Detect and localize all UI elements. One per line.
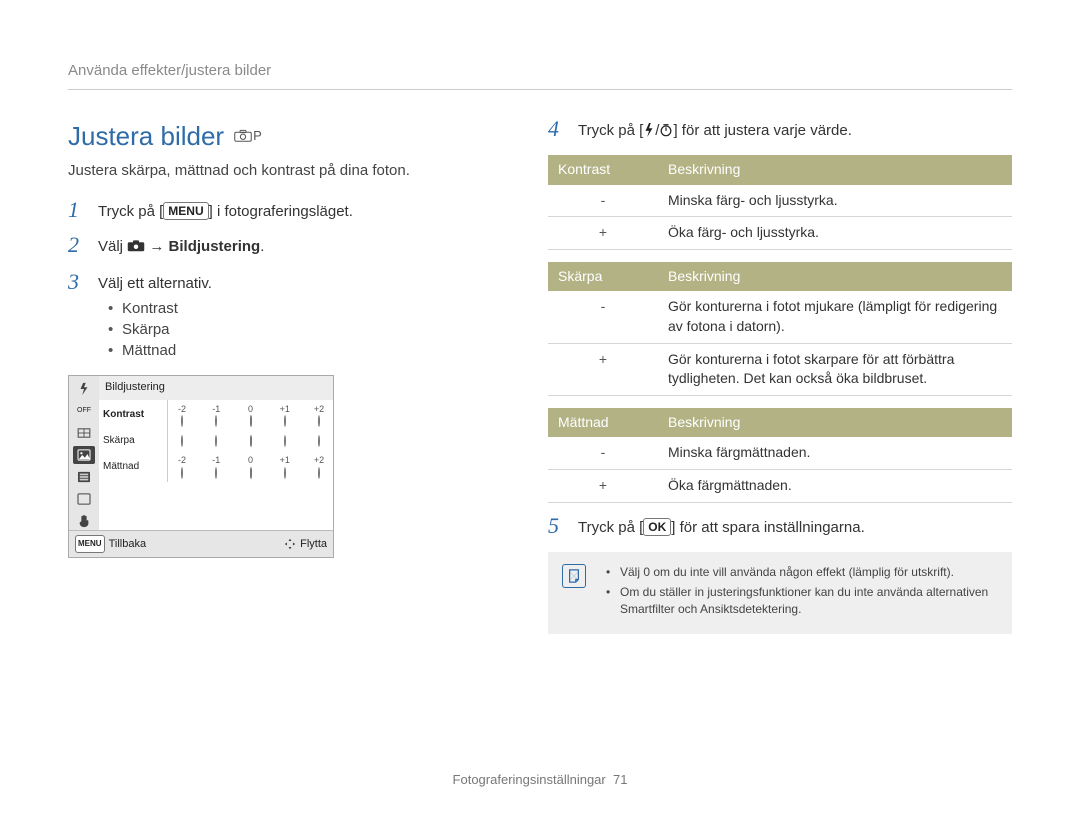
table-row: +Öka färg- och ljusstyrka. [548,217,1012,250]
note-box: Välj 0 om du inte vill använda någon eff… [548,552,1012,634]
hand-icon [73,512,95,530]
camera-ui-main: Bildjustering Kontrast -2 -1 0 +1 [99,376,333,530]
list-item: Mättnad [112,340,508,361]
camera-ui-header: Bildjustering [99,376,333,399]
table-row: Mättnad -2 -1 0 +1 +2 [99,451,333,482]
step-3: 3 Välj ett alternativ. Kontrast Skärpa M… [68,271,508,361]
kontrast-table: KontrastBeskrivning -Minska färg- och lj… [548,155,1012,250]
sliders-icon [73,468,95,486]
table-row: +Gör konturerna i fotot skarpare för att… [548,343,1012,395]
step-body: Tryck på [OK] för att spara inställninga… [578,515,1012,538]
list-item: Välj 0 om du inte vill använda någon eff… [610,564,998,581]
breadcrumb: Använda effekter/justera bilder [68,60,1012,81]
mattnad-table: MättnadBeskrivning -Minska färgmättnaden… [548,408,1012,503]
menu-button-icon: MENU [75,535,105,553]
list-item: Om du ställer in justeringsfunktioner ka… [610,584,998,618]
camera-ui-sidebar: OFF [69,376,99,530]
table-row: -Minska färg- och ljusstyrka. [548,185,1012,217]
step-body: Tryck på [/] för att justera varje värde… [578,118,1012,143]
table-row: -Minska färgmättnaden. [548,437,1012,469]
step-body: Välj → Bildjustering. [98,234,508,259]
image-adjust-icon [73,446,95,464]
camera-icon [127,238,145,259]
table-row: Skärpa [99,431,333,451]
flash-icon [643,122,655,143]
step-1: 1 Tryck på [MENU] i fotograferingsläget. [68,199,508,222]
step-number: 4 [548,118,568,140]
left-column: Justera bilder P Justera skärpa, mättnad… [68,118,508,634]
list-item: Kontrast [112,298,508,319]
note-icon [562,564,586,588]
camera-ui-footer: MENU Tillbaka Flytta [69,530,333,557]
divider [68,89,1012,90]
step-2: 2 Välj → Bildjustering. [68,234,508,259]
step-4: 4 Tryck på [/] för att justera varje vär… [548,118,1012,143]
step-number: 2 [68,234,88,256]
manual-page: Använda effekter/justera bilder Justera … [0,0,1080,815]
camera-ui-preview: OFF [68,375,334,558]
step-5: 5 Tryck på [OK] för att spara inställnin… [548,515,1012,538]
table-row: -Gör konturerna i fotot mjukare (lämplig… [548,291,1012,343]
skarpa-table: SkärpaBeskrivning -Gör konturerna i foto… [548,262,1012,396]
ok-button-icon: OK [643,518,671,536]
footer-move: Flytta [284,535,327,553]
step-body: Tryck på [MENU] i fotograferingsläget. [98,199,508,222]
menu-path-bold: Bildjustering [169,238,261,255]
bracket-icon [73,424,95,442]
intro-text: Justera skärpa, mättnad och kontrast på … [68,160,508,181]
right-column: 4 Tryck på [/] för att justera varje vär… [548,118,1012,634]
move-icon [284,538,296,550]
step-body: Välj ett alternativ. Kontrast Skärpa Mät… [98,271,508,361]
filter-icon [73,490,95,508]
title-text: Justera bilder [68,118,224,154]
page-footer: Fotograferingsinställningar 71 [0,771,1080,789]
list-item: Skärpa [112,319,508,340]
step-number: 3 [68,271,88,293]
camera-ui-table: Kontrast -2 -1 0 +1 +2 [99,400,333,482]
table-row: +Öka färgmättnaden. [548,469,1012,502]
footer-back: MENU Tillbaka [75,535,146,553]
off-label: OFF [73,402,95,420]
step-number: 5 [548,515,568,537]
table-row: Kontrast -2 -1 0 +1 +2 [99,400,333,431]
timer-icon [659,122,673,143]
two-column-layout: Justera bilder P Justera skärpa, mättnad… [68,118,1012,634]
mode-suffix: P [253,127,262,145]
menu-button-icon: MENU [163,202,208,220]
footer-section: Fotograferingsinställningar [453,772,606,787]
camera-mode-icon: P [234,127,262,145]
step-number: 1 [68,199,88,221]
page-title: Justera bilder P [68,118,508,154]
flash-off-icon [73,380,95,398]
option-list: Kontrast Skärpa Mättnad [98,298,508,361]
note-list: Välj 0 om du inte vill använda någon eff… [596,564,998,622]
footer-page-number: 71 [613,772,627,787]
